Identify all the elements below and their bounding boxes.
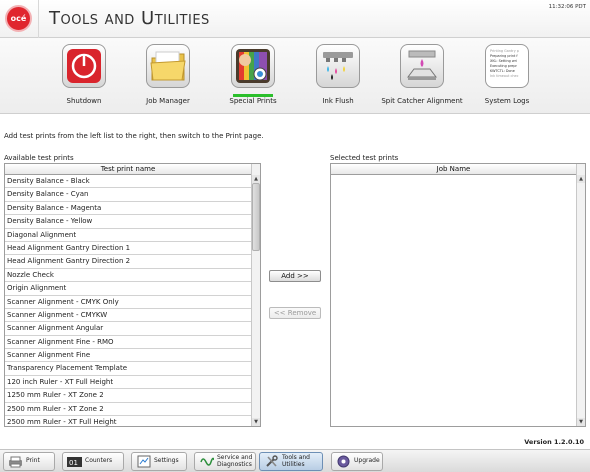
list-item[interactable]: 120 inch Ruler - XT Full Height [5,376,251,390]
special-prints-icon [231,44,275,88]
power-icon [62,44,106,88]
tab-counters[interactable]: 01 Counters [62,452,124,471]
list-item[interactable]: 2500 mm Ruler - XT Full Height [5,416,251,426]
tools-toolbar: Shutdown Job Manager Special Prints Ink … [0,38,590,114]
service-icon [199,455,214,468]
available-rows: Density Balance - Black Density Balance -… [5,175,251,426]
list-item[interactable]: Head Alignment Gantry Direction 1 [5,242,251,256]
spit-catcher-icon [400,44,444,88]
list-item[interactable]: Origin Alignment [5,282,251,296]
tool-label: System Logs [484,97,530,105]
list-item[interactable]: Nozzle Check [5,269,251,283]
print-icon [8,455,23,468]
bottom-navigation: Print 01 Counters Settings Service and D… [0,449,590,472]
list-item[interactable]: Scanner Alignment Fine - RMO [5,336,251,350]
tab-tools-and-utilities[interactable]: Tools and Utilities [259,452,323,471]
header-divider [38,0,39,38]
list-item[interactable]: Density Balance - Yellow [5,215,251,229]
selected-prints-list[interactable]: Job Name ▲ ▼ [330,163,586,427]
list-item[interactable]: Density Balance - Cyan [5,188,251,202]
list-item[interactable]: Density Balance - Magenta [5,202,251,216]
svg-text:01: 01 [69,459,78,467]
list-item[interactable]: Head Alignment Gantry Direction 2 [5,255,251,269]
logo-text: océ [10,14,27,23]
app-header: océ Tools and Utilities 11:32:06 PDT [0,0,590,38]
system-logs-icon: Printing Gantry p Preparing print f XKL:… [485,44,529,88]
counters-icon: 01 [67,455,82,468]
available-list-caption: Available test prints [4,154,74,162]
ink-flush-icon [316,44,360,88]
tab-print[interactable]: Print [3,452,55,471]
scroll-thumb[interactable] [252,183,260,251]
add-button[interactable]: Add >> [269,270,321,282]
tool-system-logs[interactable]: Printing Gantry p Preparing print f XKL:… [457,44,557,112]
list-item[interactable]: Transparency Placement Template [5,362,251,376]
scroll-up-arrow-icon[interactable]: ▲ [577,175,585,183]
tab-upgrade[interactable]: Upgrade [331,452,383,471]
scroll-down-arrow-icon[interactable]: ▼ [577,418,585,426]
log-line: Ink timeout chec [490,74,519,78]
version-label: Version 1.2.0.10 [524,438,584,446]
tab-settings[interactable]: Settings [131,452,187,471]
scroll-up-arrow-icon[interactable]: ▲ [252,175,260,183]
tab-label: Print [26,457,40,465]
settings-icon [136,455,151,468]
list-item[interactable]: Density Balance - Black [5,175,251,189]
selected-list-caption: Selected test prints [330,154,399,162]
upgrade-icon [336,455,351,468]
list-item[interactable]: Scanner Alignment - CMYKW [5,309,251,323]
list-item[interactable]: Scanner Alignment - CMYK Only [5,296,251,309]
page-title: Tools and Utilities [49,8,210,29]
column-header-job-name[interactable]: Job Name [331,164,576,175]
list-item[interactable]: 2500 mm Ruler - XT Zone 2 [5,403,251,417]
selected-scrollbar[interactable]: ▲ ▼ [576,164,585,426]
tab-label: Upgrade [354,457,380,465]
clock: 11:32:06 PDT [548,4,586,10]
tab-label: Tools and Utilities [282,454,310,468]
remove-button[interactable]: << Remove [269,307,321,319]
list-item[interactable]: Diagonal Alignment [5,229,251,242]
list-item[interactable]: Scanner Alignment Fine [5,349,251,363]
tab-label: Counters [85,457,113,465]
folder-icon [146,44,190,88]
available-prints-list[interactable]: Test print name Density Balance - Black D… [4,163,261,427]
list-item[interactable]: Scanner Alignment Angular [5,322,251,336]
tab-label: Settings [154,457,179,465]
instruction-text: Add test prints from the left list to th… [4,132,264,140]
tab-service-and-diagnostics[interactable]: Service and Diagnostics [194,452,256,471]
oce-logo: océ [5,5,32,32]
tab-label: Service and Diagnostics [217,454,253,468]
column-header-test-print-name[interactable]: Test print name [5,164,251,175]
available-scrollbar[interactable]: ▲ ▼ [251,164,260,426]
scroll-down-arrow-icon[interactable]: ▼ [252,418,260,426]
list-item[interactable]: 1250 mm Ruler - XT Zone 2 [5,389,251,403]
tools-icon [264,455,279,468]
